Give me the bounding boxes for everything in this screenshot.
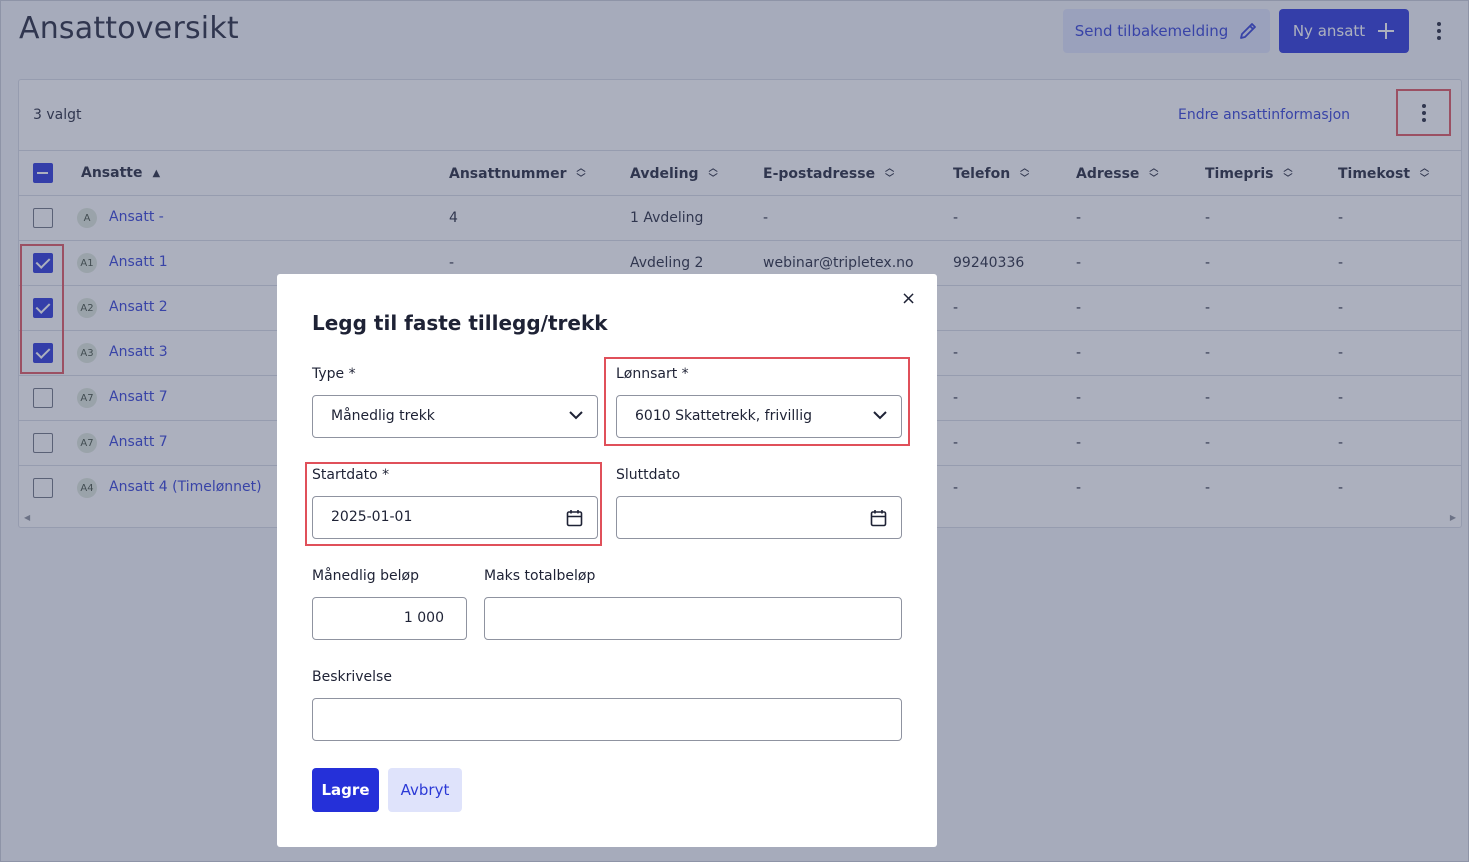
type-value: Månedlig trekk (331, 408, 435, 424)
type-label: Type * (312, 366, 356, 382)
chevron-down-icon (569, 411, 583, 420)
end-date-label: Sluttdato (616, 467, 681, 483)
description-label: Beskrivelse (312, 669, 392, 685)
monthly-amount-input[interactable]: 1 000 (312, 597, 467, 640)
cancel-button[interactable]: Avbryt (388, 768, 462, 812)
add-fixed-deduction-dialog: × Legg til faste tillegg/trekk Type * Må… (277, 274, 937, 847)
monthly-amount-label: Månedlig beløp (312, 568, 419, 584)
max-total-input[interactable] (484, 597, 902, 640)
calendar-icon[interactable] (870, 509, 887, 527)
close-icon[interactable]: × (901, 288, 916, 309)
end-date-input[interactable] (616, 496, 902, 539)
dialog-title: Legg til faste tillegg/trekk (312, 311, 608, 335)
start-date-highlight (305, 462, 602, 546)
type-select[interactable]: Månedlig trekk (312, 395, 598, 438)
wage-type-highlight (604, 357, 910, 446)
max-total-label: Maks totalbeløp (484, 568, 596, 584)
description-input[interactable] (312, 698, 902, 741)
save-button[interactable]: Lagre (312, 768, 379, 812)
monthly-amount-value: 1 000 (403, 610, 444, 626)
